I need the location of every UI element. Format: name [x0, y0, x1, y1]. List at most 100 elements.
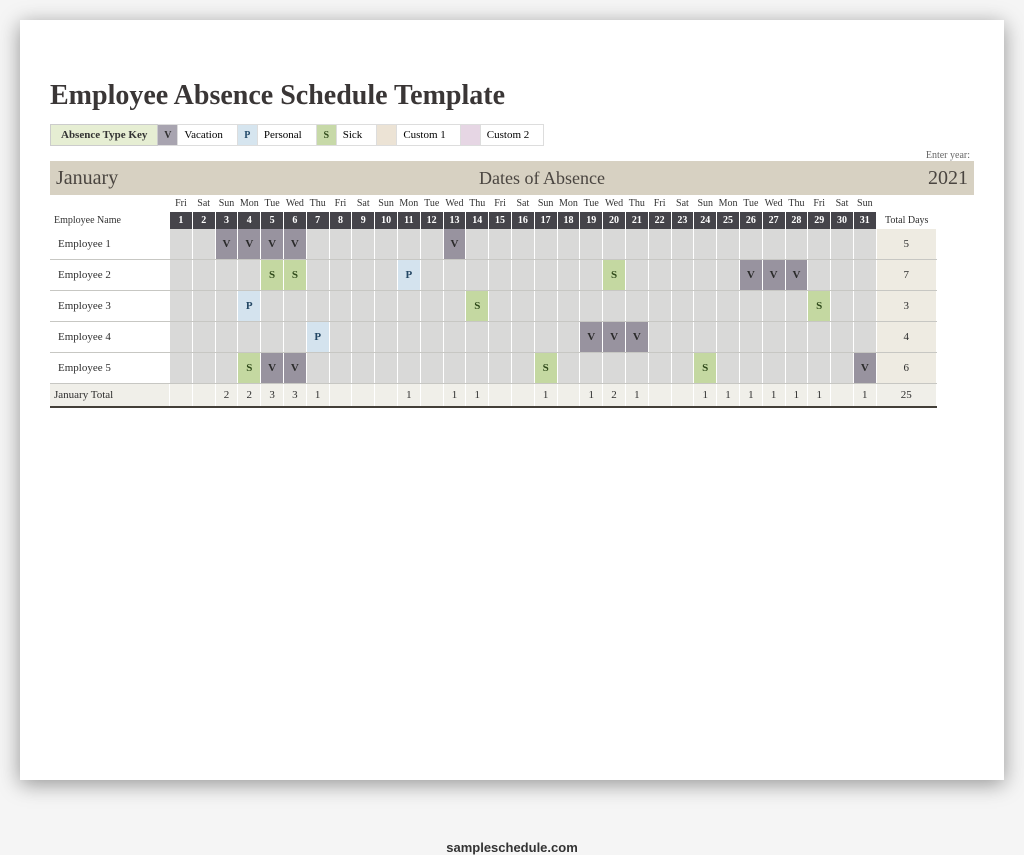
day-cell: [352, 353, 375, 383]
dow-header: Sun: [216, 195, 239, 212]
day-total: 1: [398, 384, 421, 406]
day-cell: [603, 291, 626, 321]
day-total: [489, 384, 512, 406]
day-total: 1: [763, 384, 786, 406]
day-cell: [535, 322, 558, 352]
dow-header: Tue: [580, 195, 603, 212]
day-cell: [375, 229, 398, 259]
date-header: 8: [330, 212, 353, 229]
day-cell: [786, 229, 809, 259]
day-cell: [466, 353, 489, 383]
day-cell: [216, 322, 239, 352]
day-cell: [375, 353, 398, 383]
legend-label: Custom 2: [481, 129, 543, 141]
day-cell: [421, 229, 444, 259]
legend-key-label: Absence Type Key: [50, 124, 158, 146]
legend-item: PPersonal: [238, 124, 317, 146]
day-cell: [763, 353, 786, 383]
day-total: [672, 384, 695, 406]
day-cell: [352, 229, 375, 259]
day-cell: V: [740, 260, 763, 290]
day-cell: [238, 260, 261, 290]
day-cell: V: [238, 229, 261, 259]
day-cell: [672, 291, 695, 321]
day-cell: [649, 229, 672, 259]
date-header: 6: [284, 212, 307, 229]
date-header: 25: [717, 212, 740, 229]
dow-header: Sat: [512, 195, 535, 212]
day-cell: [216, 353, 239, 383]
dow-header: Sat: [352, 195, 375, 212]
employee-total: 4: [877, 322, 937, 352]
day-cell: [831, 260, 854, 290]
date-header: 4: [238, 212, 261, 229]
year-label: 2021: [908, 167, 968, 190]
day-cell: [421, 322, 444, 352]
day-cell: [603, 229, 626, 259]
legend-swatch: [377, 125, 397, 145]
dow-header: Mon: [398, 195, 421, 212]
day-cell: [444, 291, 467, 321]
day-cell: [216, 260, 239, 290]
date-header: 21: [626, 212, 649, 229]
day-cell: V: [603, 322, 626, 352]
dow-header: Sun: [535, 195, 558, 212]
dow-header: Sun: [854, 195, 877, 212]
schedule: January Dates of Absence 2021 FriSatSunM…: [50, 161, 974, 408]
day-cell: S: [284, 260, 307, 290]
day-cell: V: [763, 260, 786, 290]
day-cell: [694, 229, 717, 259]
employee-total: 7: [877, 260, 937, 290]
day-total: [421, 384, 444, 406]
day-cell: V: [786, 260, 809, 290]
day-cell: [307, 229, 330, 259]
day-cell: [694, 322, 717, 352]
day-cell: V: [284, 353, 307, 383]
totals-label: January Total: [50, 384, 170, 406]
enter-year-label: Enter year:: [50, 150, 974, 161]
day-cell: [558, 229, 581, 259]
day-cell: V: [216, 229, 239, 259]
legend-label: Sick: [337, 129, 377, 141]
day-cell: [808, 260, 831, 290]
day-cell: [626, 353, 649, 383]
day-cell: [170, 260, 193, 290]
date-header: 18: [558, 212, 581, 229]
day-cell: V: [284, 229, 307, 259]
day-total: 1: [444, 384, 467, 406]
day-cell: S: [535, 353, 558, 383]
day-cell: [216, 291, 239, 321]
date-header: 11: [398, 212, 421, 229]
day-cell: [831, 291, 854, 321]
day-cell: V: [854, 353, 877, 383]
day-cell: [786, 291, 809, 321]
day-cell: P: [238, 291, 261, 321]
day-cell: V: [261, 353, 284, 383]
day-cell: [330, 229, 353, 259]
day-cell: [672, 229, 695, 259]
date-header: 29: [808, 212, 831, 229]
day-cell: [193, 260, 216, 290]
day-total: [512, 384, 535, 406]
day-cell: [489, 229, 512, 259]
day-cell: [580, 260, 603, 290]
date-header: 17: [535, 212, 558, 229]
date-header: 7: [307, 212, 330, 229]
day-cell: [489, 291, 512, 321]
day-cell: [193, 291, 216, 321]
date-header: 20: [603, 212, 626, 229]
legend-swatch: V: [158, 125, 178, 145]
absence-legend: Absence Type Key VVacationPPersonalSSick…: [50, 124, 974, 146]
date-header: 28: [786, 212, 809, 229]
date-header: 10: [375, 212, 398, 229]
day-cell: [558, 322, 581, 352]
dow-header: Fri: [808, 195, 831, 212]
dow-header: Sun: [375, 195, 398, 212]
day-cell: [512, 322, 535, 352]
day-cell: [330, 260, 353, 290]
dow-header: Fri: [330, 195, 353, 212]
dow-header: Wed: [603, 195, 626, 212]
day-cell: [649, 353, 672, 383]
legend-item: VVacation: [158, 124, 237, 146]
day-cell: [786, 353, 809, 383]
